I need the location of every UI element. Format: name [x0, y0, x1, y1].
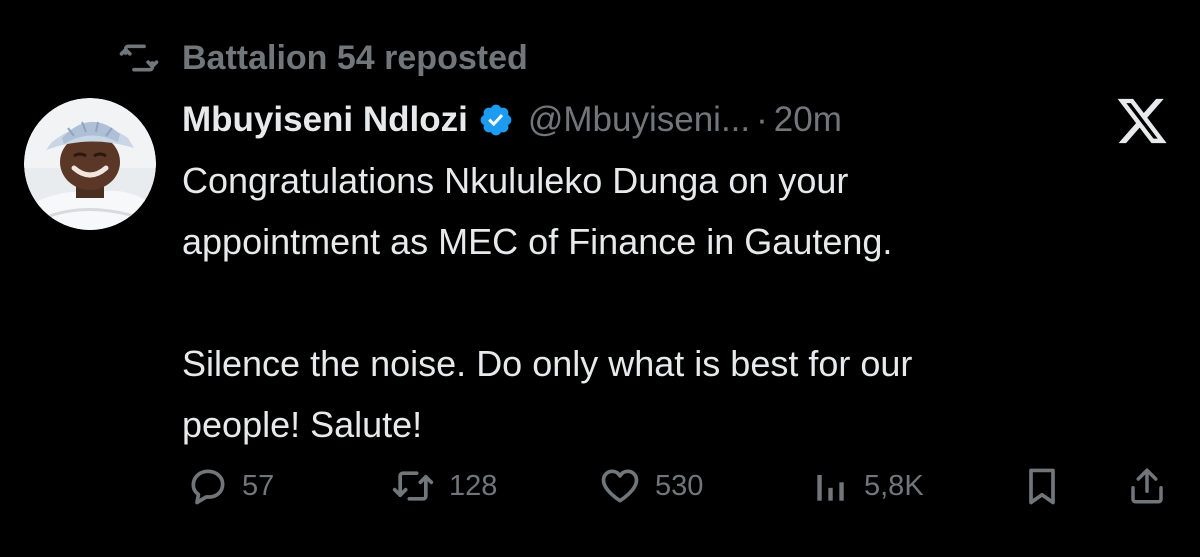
reply-button[interactable]: 57	[186, 456, 274, 516]
reply-icon	[186, 464, 230, 508]
x-logo-icon[interactable]	[1114, 96, 1170, 146]
tweet-card[interactable]: Battalion 54 reposted Mbuyiseni Ndlozi @…	[0, 0, 1200, 557]
repost-count: 128	[449, 469, 498, 502]
tweet-header: Mbuyiseni Ndlozi @Mbuyiseni... · 20m	[182, 94, 842, 146]
repost-icon	[389, 464, 437, 508]
reply-count: 57	[242, 469, 275, 502]
social-context-label: Battalion 54 reposted	[182, 38, 528, 77]
tweet-actions: 57 128 530 5,8K	[182, 456, 1172, 516]
display-name[interactable]: Mbuyiseni Ndlozi	[182, 100, 468, 140]
tweet-timestamp[interactable]: 20m	[774, 100, 842, 140]
verified-badge-icon[interactable]	[478, 102, 514, 138]
tweet-text-line: appointment as MEC of Finance in Gauteng…	[182, 221, 893, 262]
like-count: 530	[655, 469, 704, 502]
tweet-text-line: Congratulations Nkululeko Dunga on your	[182, 160, 849, 201]
bookmark-icon	[1022, 464, 1062, 508]
share-icon	[1126, 464, 1168, 508]
social-context[interactable]: Battalion 54 reposted	[116, 36, 528, 80]
tweet-text-line: people! Salute!	[182, 404, 423, 445]
tweet-body: Congratulations Nkululeko Dunga on your …	[182, 150, 1142, 455]
bookmark-button[interactable]	[1022, 456, 1074, 516]
author-handle[interactable]: @Mbuyiseni...	[528, 100, 750, 140]
like-button[interactable]: 530	[597, 456, 703, 516]
tweet-text-line: Silence the noise. Do only what is best …	[182, 343, 913, 384]
separator-dot: ·	[756, 100, 768, 139]
repost-button[interactable]: 128	[389, 456, 497, 516]
views-icon	[812, 464, 852, 508]
views-count: 5,8K	[864, 469, 924, 502]
repost-icon	[116, 38, 162, 78]
share-button[interactable]	[1126, 456, 1180, 516]
heart-icon	[597, 464, 643, 508]
views-button[interactable]: 5,8K	[812, 456, 924, 516]
avatar[interactable]	[24, 98, 156, 230]
